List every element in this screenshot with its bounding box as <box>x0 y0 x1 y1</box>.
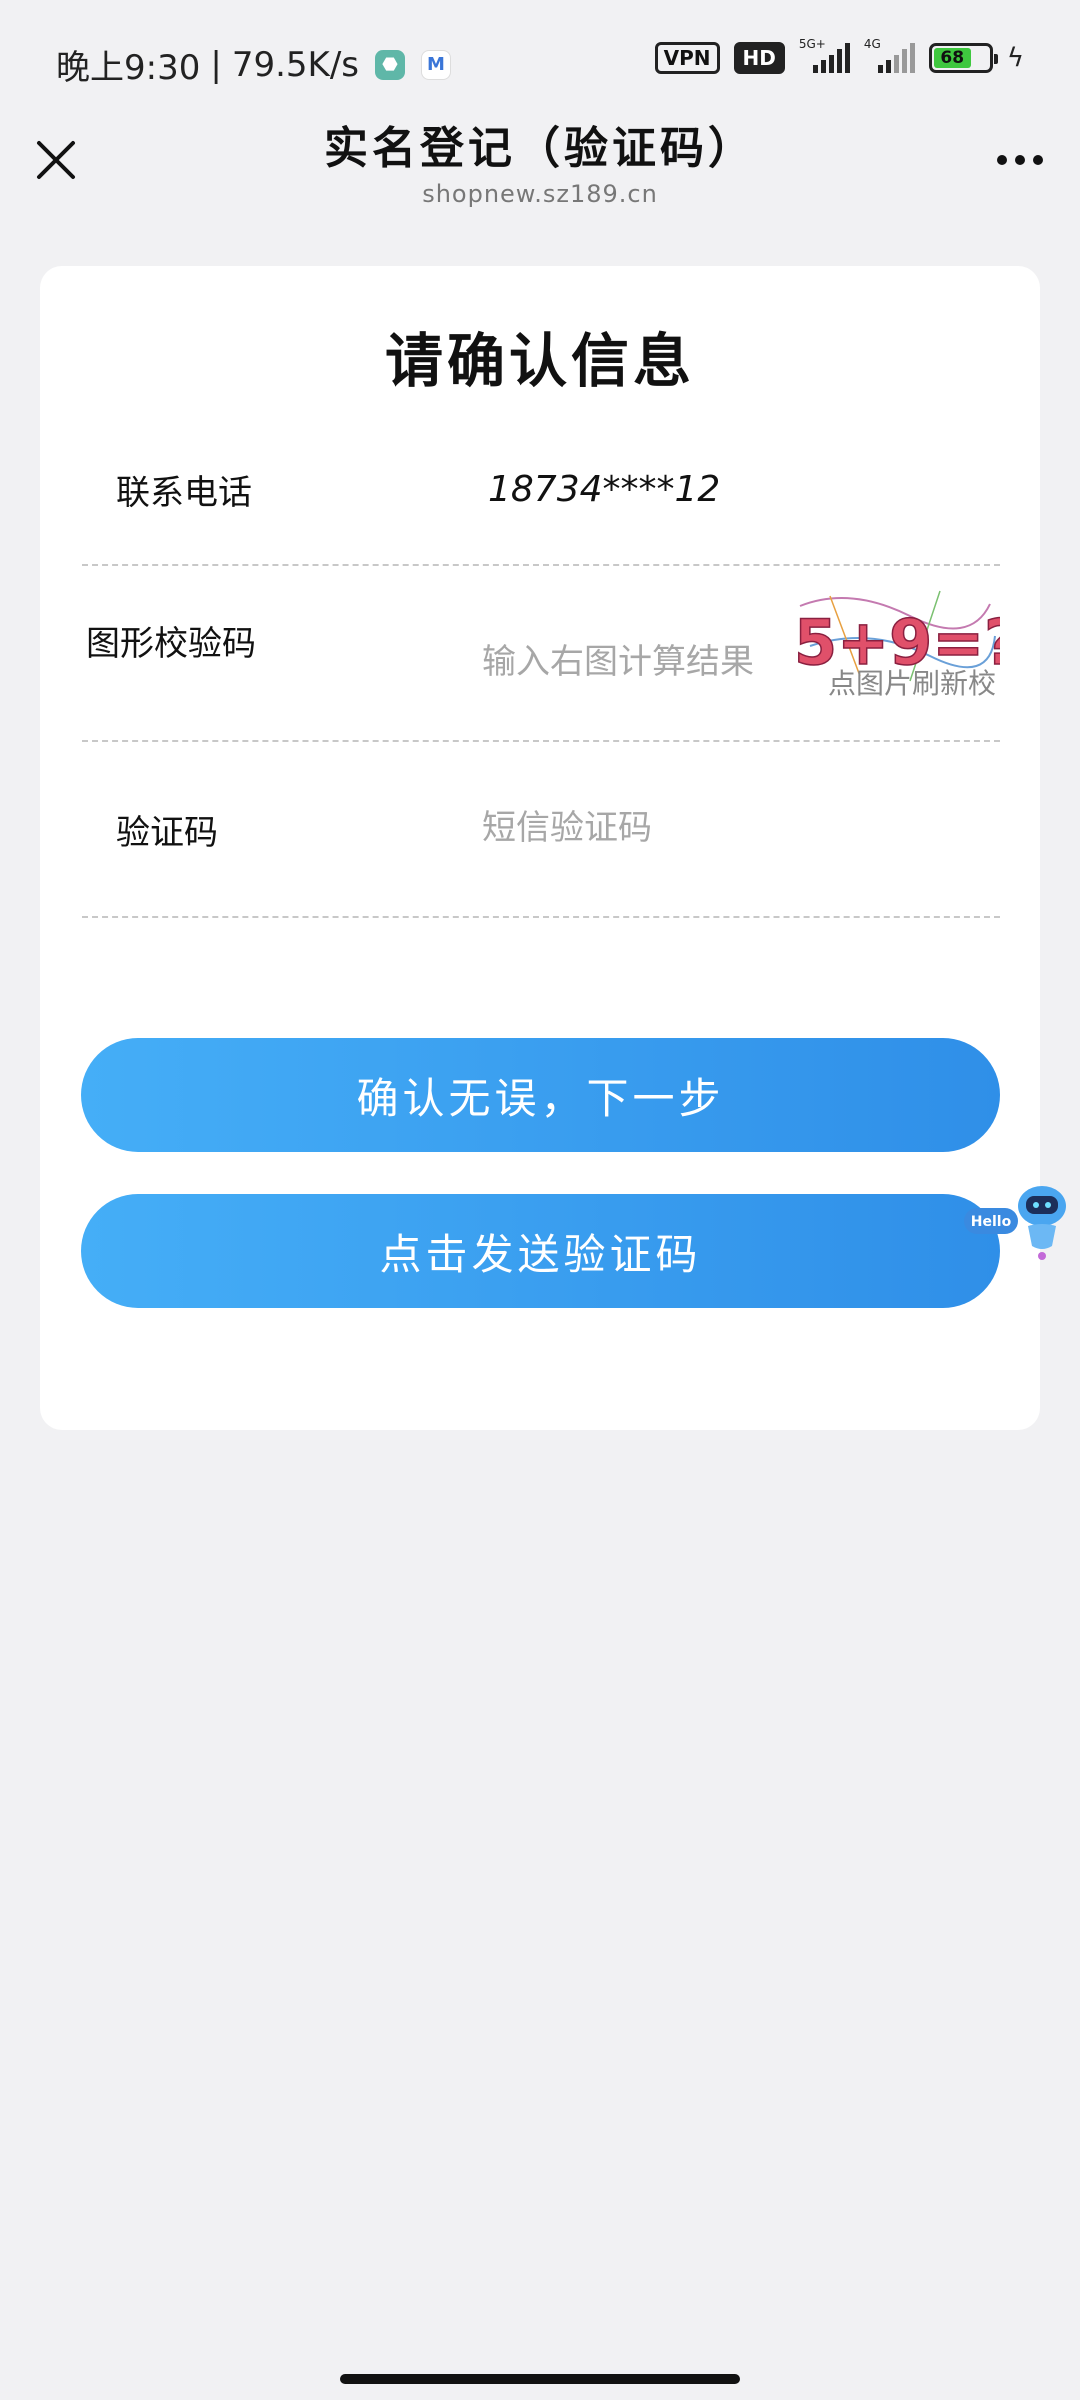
sms-label: 验证码 <box>116 812 218 853</box>
charging-icon: ϟ <box>1006 43 1024 73</box>
form-card: 请确认信息 联系电话 18734****12 图形校验码 5+9=? 点图片刷新… <box>40 266 1040 1430</box>
captcha-input[interactable] <box>482 642 842 682</box>
status-left: 晚上9:30 | 79.5K/s ⬣ M <box>56 40 451 89</box>
captcha-label: 图形校验码 <box>86 624 256 664</box>
app-notification-icon: ⬣ <box>375 49 405 80</box>
page-url: shopnew.sz189.cn <box>422 180 658 208</box>
home-indicator[interactable] <box>340 2374 740 2384</box>
send-code-button[interactable]: 点击发送验证码 <box>81 1194 1000 1308</box>
battery-icon: 68 <box>928 43 998 73</box>
mail-icon: M <box>421 49 451 80</box>
phone-value: 18734****12 <box>488 468 721 510</box>
status-bar: 晚上9:30 | 79.5K/s ⬣ M VPN HD 5G+ 4G 68 ϟ <box>0 0 1080 110</box>
status-right: VPN HD 5G+ 4G 68 ϟ <box>654 37 1024 74</box>
assistant-robot-icon[interactable]: Hello <box>962 1184 1070 1274</box>
captcha-refresh-hint[interactable]: 点图片刷新校 <box>828 662 996 702</box>
hd-badge: HD <box>733 42 785 74</box>
clock: 晚上9:30 <box>56 48 201 88</box>
sms-row: 验证码 <box>82 742 1000 918</box>
more-button[interactable] <box>990 140 1050 180</box>
more-dot-icon <box>1033 155 1043 165</box>
more-dot-icon <box>1015 155 1025 165</box>
more-dot-icon <box>997 155 1007 165</box>
battery-level: 68 <box>933 48 971 68</box>
captcha-row: 图形校验码 5+9=? 点图片刷新校 <box>82 566 1000 742</box>
confirm-next-button[interactable]: 确认无误，下一步 <box>81 1038 1000 1152</box>
network-speed: 79.5K/s <box>231 44 359 85</box>
signal-icon: 5G+ <box>799 37 850 73</box>
sms-code-input[interactable] <box>482 808 842 848</box>
phone-row: 联系电话 18734****12 <box>82 414 1000 566</box>
page-title: 实名登记（验证码） <box>324 123 756 174</box>
phone-label: 联系电话 <box>116 472 252 513</box>
assistant-bubble-text: Hello <box>971 1214 1012 1230</box>
title-bar: 实名登记（验证码） shopnew.sz189.cn <box>0 110 1080 228</box>
divider: | <box>210 44 222 85</box>
signal-icon: 4G <box>864 37 915 73</box>
vpn-badge: VPN <box>654 42 720 74</box>
form-heading: 请确认信息 <box>384 327 695 395</box>
